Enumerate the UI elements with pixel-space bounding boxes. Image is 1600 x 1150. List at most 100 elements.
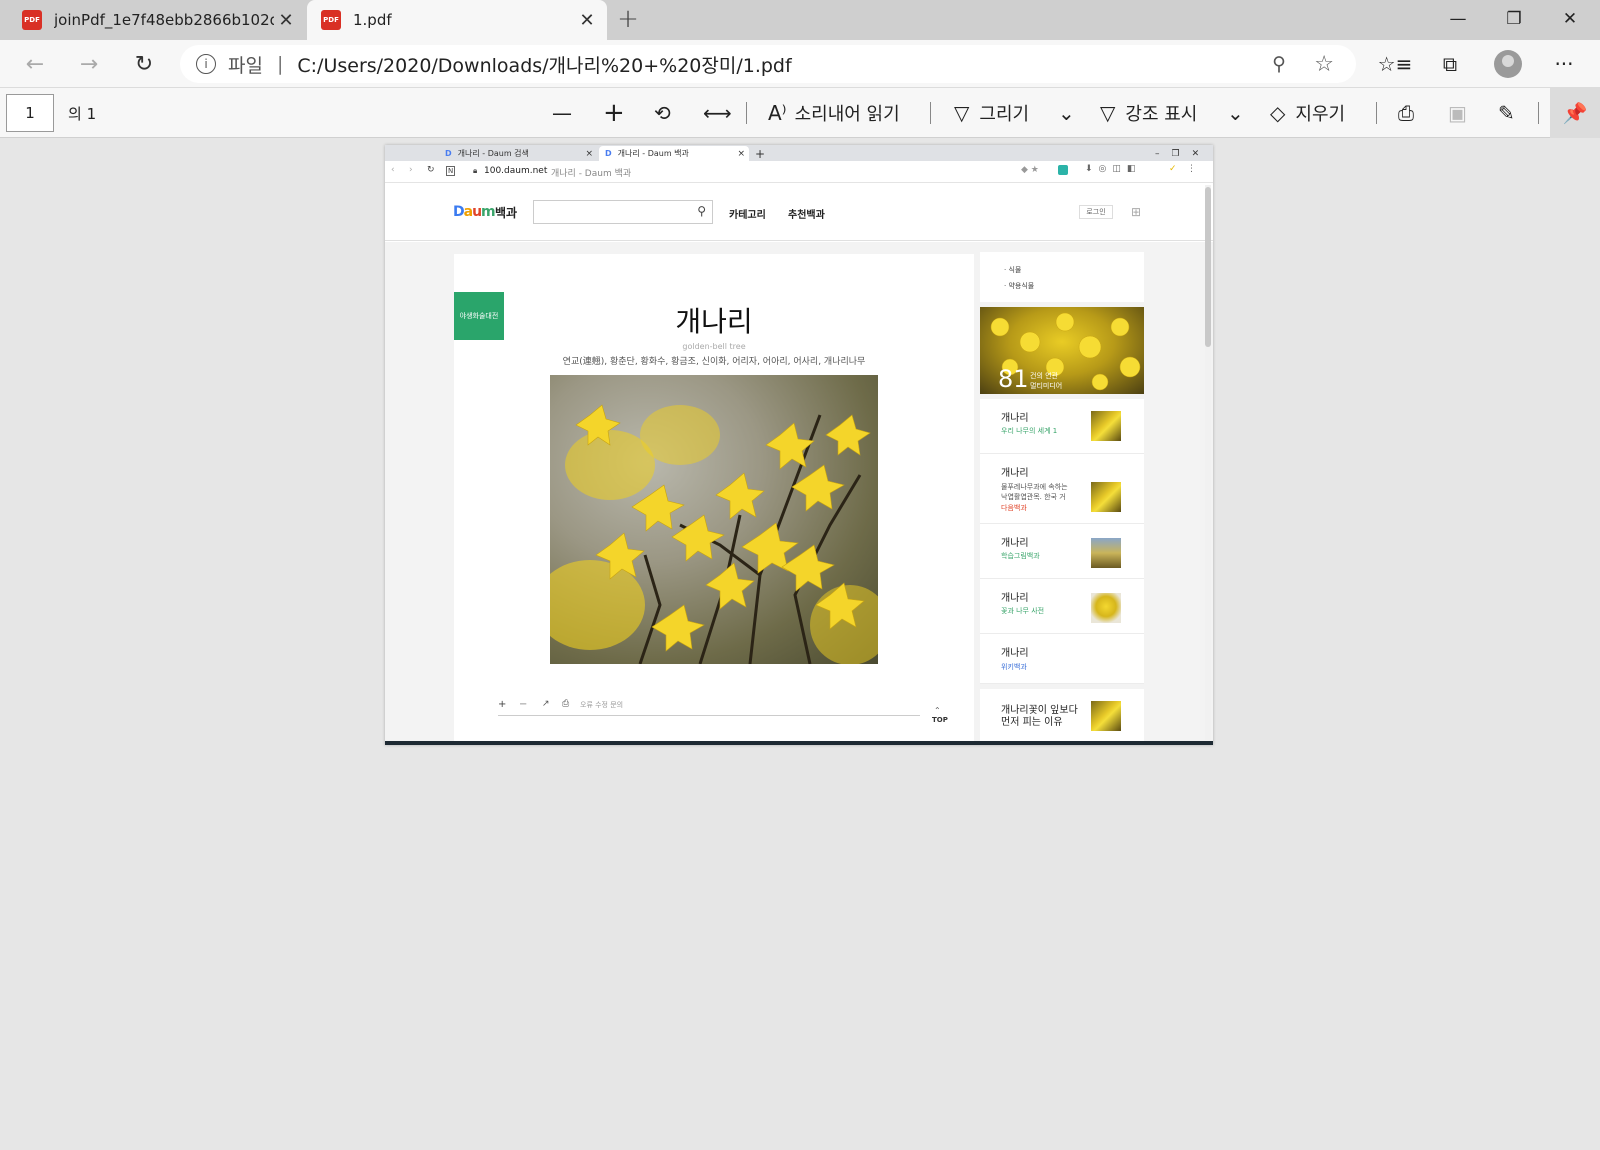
close-window-icon[interactable]: ✕ bbox=[1542, 0, 1598, 38]
divider bbox=[746, 102, 747, 124]
article-aliases: 연교(連翹), 황춘단, 황화수, 황금조, 신이화, 어리자, 어아리, 어사… bbox=[562, 357, 866, 367]
daum-header: Daum 백과 ⚲ 카테고리 추천백과 로그인 ⊞ bbox=[385, 183, 1213, 241]
eraser-icon: ◇ bbox=[1270, 101, 1286, 125]
related-item: 개나리 위키백과 bbox=[980, 634, 1144, 684]
draw-button[interactable]: ▽ 그리기 bbox=[954, 97, 1029, 129]
report-error-link: 오류 수정 문의 bbox=[580, 701, 624, 709]
related-item: 개나리 꽃과 나무 사전 bbox=[980, 579, 1144, 634]
taskbar-strip bbox=[385, 741, 1213, 745]
rotate-icon: ⟲ bbox=[654, 101, 671, 125]
related-item-thumbnail bbox=[1091, 482, 1121, 512]
profile-button[interactable] bbox=[1490, 48, 1526, 80]
related-item-desc: 낙엽활엽관목. 한국 거 bbox=[1001, 493, 1066, 501]
multimedia-label: 멀티미디어 bbox=[1030, 382, 1063, 390]
page-number-input[interactable]: 1 bbox=[6, 94, 54, 132]
scheme-label: 파일 bbox=[228, 54, 263, 77]
highlight-button[interactable]: ▽ 강조 표시 bbox=[1100, 97, 1197, 129]
tab-title: 1.pdf bbox=[353, 11, 392, 29]
menu-icon: ⋮ bbox=[1187, 164, 1196, 174]
related-item-title: 개나리 bbox=[1001, 538, 1029, 549]
read-aloud-icon: A⁾ bbox=[768, 101, 787, 125]
login-button: 로그인 bbox=[1079, 205, 1113, 219]
new-tab-button[interactable]: + bbox=[614, 6, 642, 34]
save-icon: ▣ bbox=[1448, 101, 1467, 125]
toolbar-icons: ⬇◎◫◧ bbox=[1085, 164, 1142, 174]
embedded-scrollbar bbox=[1205, 185, 1211, 740]
extension-icons: ◆ ★ bbox=[1021, 165, 1039, 175]
zoom-out-icon[interactable]: ⚲ bbox=[1272, 53, 1286, 75]
tab-joinpdf[interactable]: PDF joinPdf_1e7f48ebb2866b102da0 ✕ bbox=[8, 0, 306, 40]
rotate-button[interactable]: ⟲ bbox=[654, 97, 671, 129]
minimize-icon[interactable]: — bbox=[1430, 0, 1486, 38]
related-item-desc: 물푸레나무과에 속하는 bbox=[1001, 483, 1068, 491]
related-item: 개나리 우리 나무의 세계 1 bbox=[980, 399, 1144, 454]
close-tab-icon[interactable]: ✕ bbox=[274, 8, 298, 32]
restore-icon[interactable]: ❐ bbox=[1486, 0, 1542, 38]
collections-icon[interactable]: ⧉ bbox=[1432, 48, 1468, 80]
fit-width-icon: ⟷ bbox=[703, 101, 732, 125]
print-icon: ⎙ bbox=[562, 699, 570, 709]
forward-arrow-icon[interactable]: → bbox=[73, 48, 105, 80]
article-card: 야생화술대전 개나리 golden-bell tree 연교(連翹), 황춘단,… bbox=[454, 254, 974, 745]
pin-icon: 📌 bbox=[1562, 101, 1588, 125]
related-item-title: 개나리 bbox=[1001, 593, 1029, 604]
category-box: · 식물 · 약용식물 bbox=[980, 252, 1144, 302]
related-item-thumbnail bbox=[1091, 411, 1121, 441]
related-item: 개나리꽃이 잎보다 먼저 피는 이유 bbox=[980, 689, 1144, 745]
close-tab-icon[interactable]: ✕ bbox=[575, 8, 599, 32]
info-icon[interactable]: i bbox=[196, 54, 216, 74]
refresh-icon[interactable]: ↻ bbox=[128, 48, 160, 80]
plus-icon: + bbox=[603, 98, 625, 128]
back-arrow-icon[interactable]: ← bbox=[19, 48, 51, 80]
embedded-address-bar: ‹ › ↻ N 🔒︎ 100.daum.net 개나리 - Daum 백과 ◆ … bbox=[385, 161, 1213, 183]
chevron-down-icon: ⌄ bbox=[1227, 101, 1244, 125]
highlight-icon: ▽ bbox=[1100, 101, 1116, 125]
related-item-source: 우리 나무의 세계 1 bbox=[1001, 427, 1058, 435]
chevron-up-icon: ⌃ bbox=[934, 706, 941, 715]
zoom-out-button[interactable]: — bbox=[552, 97, 572, 129]
related-item-thumbnail bbox=[1091, 593, 1121, 623]
tab-1pdf[interactable]: PDF 1.pdf ✕ bbox=[307, 0, 607, 40]
article-title: 개나리 bbox=[675, 305, 753, 338]
divider bbox=[1538, 102, 1539, 124]
zoom-in-button[interactable]: + bbox=[603, 97, 625, 129]
category-item: · 식물 bbox=[1004, 266, 1022, 274]
window-controls: –❐✕ bbox=[1155, 148, 1212, 159]
back-arrow-icon: ‹ bbox=[391, 165, 395, 175]
category-item: · 약용식물 bbox=[1004, 282, 1035, 290]
lock-icon: 🔒︎ bbox=[473, 166, 478, 175]
embedded-tab-active: D 개나리 - Daum 백과 × bbox=[599, 146, 749, 161]
embedded-url-title: 개나리 - Daum 백과 bbox=[551, 169, 632, 179]
logo-suffix: 백과 bbox=[495, 206, 518, 220]
article-english-name: golden-bell tree bbox=[682, 342, 746, 351]
address-bar[interactable]: i 파일 | C:/Users/2020/Downloads/개나리%20+%2… bbox=[180, 45, 1356, 83]
refresh-icon: ↻ bbox=[427, 165, 435, 175]
navigation-bar: ← → ↻ i 파일 | C:/Users/2020/Downloads/개나리… bbox=[0, 40, 1600, 88]
search-icon: ⚲ bbox=[697, 204, 706, 218]
related-item-source: 꽃과 나무 사전 bbox=[1001, 607, 1045, 615]
print-button[interactable]: ⎙ bbox=[1398, 97, 1414, 129]
save-as-button[interactable]: ✎ bbox=[1498, 97, 1515, 129]
recommended-link: 추천백과 bbox=[788, 210, 825, 221]
related-item: 개나리 학습그림백과 bbox=[980, 524, 1144, 579]
category-link: 카테고리 bbox=[729, 210, 766, 221]
highlight-options-button[interactable]: ⌄ bbox=[1227, 97, 1244, 129]
draw-options-button[interactable]: ⌄ bbox=[1058, 97, 1075, 129]
divider bbox=[930, 102, 931, 124]
forsythia-main-image bbox=[550, 375, 878, 664]
page-count-label: 의 1 bbox=[68, 105, 97, 123]
embedded-tab: D 개나리 - Daum 검색 × bbox=[445, 146, 595, 161]
favorite-star-icon[interactable]: ☆ bbox=[1314, 52, 1334, 77]
related-item-source: 위키백과 bbox=[1001, 663, 1027, 671]
favorites-icon[interactable]: ☆≡ bbox=[1377, 48, 1413, 80]
erase-button[interactable]: ◇ 지우기 bbox=[1270, 97, 1345, 129]
home-icon: N bbox=[446, 166, 456, 176]
pin-toolbar-button[interactable]: 📌 bbox=[1550, 88, 1600, 138]
read-aloud-button[interactable]: A⁾ 소리내어 읽기 bbox=[768, 97, 900, 129]
daum-body: 야생화술대전 개나리 golden-bell tree 연교(連翹), 황춘단,… bbox=[385, 242, 1213, 745]
fit-width-button[interactable]: ⟷ bbox=[703, 97, 732, 129]
save-button[interactable]: ▣ bbox=[1448, 97, 1467, 129]
more-options-icon[interactable]: ··· bbox=[1546, 48, 1582, 80]
related-item-thumbnail bbox=[1091, 538, 1121, 568]
top-button: TOP bbox=[932, 716, 948, 724]
